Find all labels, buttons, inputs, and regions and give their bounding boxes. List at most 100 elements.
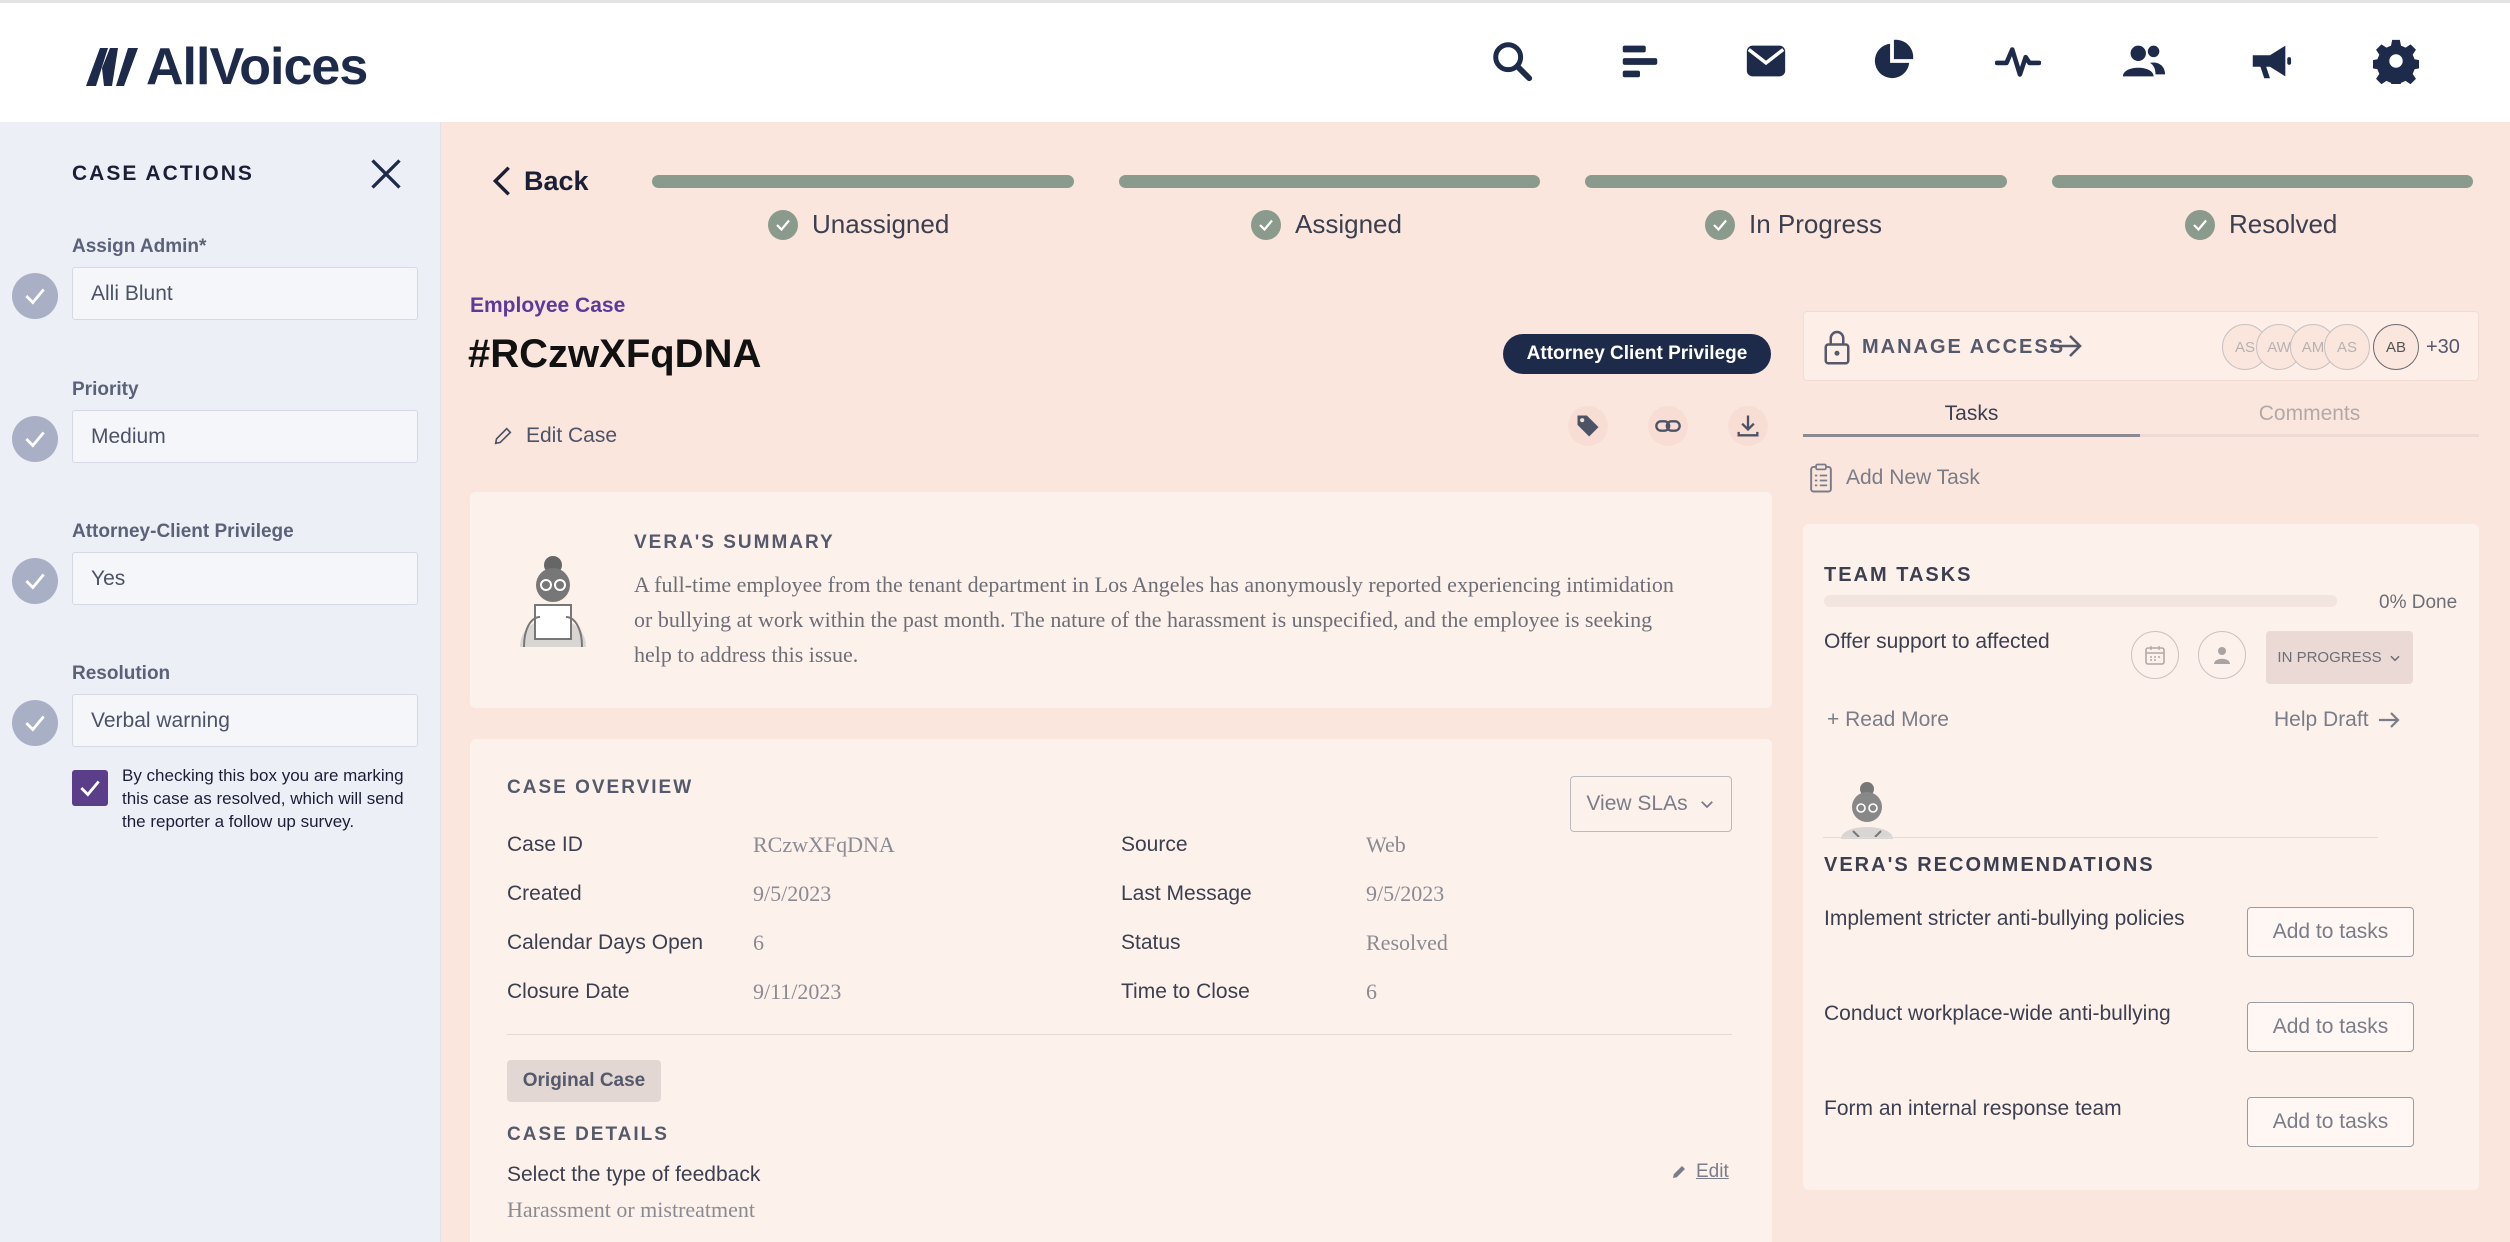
task-status-dropdown[interactable]: IN PROGRESS [2266, 631, 2413, 684]
privilege-select[interactable]: Yes [72, 552, 418, 605]
tasks-progress-bar [1824, 595, 2337, 607]
resolve-checkbox[interactable] [72, 770, 108, 806]
add-to-tasks-button[interactable]: Add to tasks [2247, 1002, 2414, 1052]
add-to-tasks-button[interactable]: Add to tasks [2247, 1097, 2414, 1147]
overview-value: Resolved [1366, 930, 1448, 955]
analytics-button[interactable] [1864, 33, 1920, 89]
vera-summary-card: VERA'S SUMMARY A full-time employee from… [470, 492, 1772, 708]
download-button[interactable] [1728, 406, 1768, 446]
mail-icon [1746, 45, 1786, 77]
overview-key: Case ID [507, 833, 583, 856]
resolution-label: Resolution [72, 663, 171, 684]
access-avatar: AS [2324, 324, 2370, 370]
step-label: Unassigned [812, 209, 950, 239]
add-new-task-button[interactable]: Add New Task [1808, 462, 1980, 494]
copy-link-button[interactable] [1648, 406, 1688, 446]
resolution-check [12, 700, 58, 746]
step-bar-in-progress [1585, 175, 2007, 188]
overview-key: Source [1121, 833, 1188, 856]
edit-case-button[interactable]: Edit Case [492, 424, 617, 448]
overview-value: Web [1366, 832, 1406, 857]
megaphone-icon [2252, 45, 2292, 79]
overview-key: Closure Date [507, 980, 630, 1003]
case-details-title: CASE DETAILS [507, 1124, 669, 1145]
help-draft-link[interactable]: Help Draft [2274, 708, 2401, 732]
lock-icon [1824, 330, 1850, 365]
tab-tasks[interactable]: Tasks [1803, 402, 2140, 426]
close-panel-button[interactable] [368, 156, 404, 192]
privilege-label: Attorney-Client Privilege [72, 521, 294, 542]
users-button[interactable] [2116, 33, 2172, 89]
add-to-tasks-button[interactable]: Add to tasks [2247, 907, 2414, 957]
settings-button[interactable] [2368, 33, 2424, 89]
access-more-count: +30 [2426, 336, 2460, 358]
overview-value: 9/5/2023 [753, 881, 832, 906]
step-bar-assigned [1119, 175, 1540, 188]
reports-button[interactable] [1612, 33, 1668, 89]
case-actions-title: CASE ACTIONS [72, 162, 254, 185]
original-case-tab[interactable]: Original Case [507, 1060, 661, 1102]
bar-list-icon [1622, 45, 1658, 78]
team-tasks-card: TEAM TASKS 0% Done Offer support to affe… [1803, 524, 2479, 1190]
overview-title: CASE OVERVIEW [507, 777, 694, 798]
checkmark-icon [80, 780, 100, 797]
arrow-right-icon [2050, 335, 2082, 357]
priority-select[interactable]: Medium [72, 410, 418, 463]
recommendation-item: Form an internal response team [1824, 1097, 2122, 1120]
search-button[interactable] [1484, 33, 1540, 89]
pulse-icon [1995, 47, 2041, 77]
access-avatar: AB [2373, 324, 2419, 370]
messages-button[interactable] [1738, 33, 1794, 89]
overview-value: 6 [1366, 979, 1377, 1004]
tasks-progress-label: 0% Done [2379, 592, 2458, 613]
task-due-date-button[interactable] [2131, 631, 2179, 679]
back-label: Back [524, 165, 589, 196]
manage-access-bar[interactable]: MANAGE ACCESS AS AW AM AS AB +30 [1803, 311, 2479, 381]
link-icon [1655, 420, 1681, 432]
announcements-button[interactable] [2242, 33, 2298, 89]
case-overview-card: CASE OVERVIEW View SLAs Case ID RCzwXFqD… [470, 739, 1772, 1242]
allvoices-logo[interactable]: AllVoices [86, 37, 368, 97]
view-slas-dropdown[interactable]: View SLAs [1570, 776, 1732, 832]
tab-tasks-underline [1803, 434, 2140, 437]
overview-key: Time to Close [1121, 980, 1250, 1003]
divider [507, 1034, 1732, 1035]
step-label: In Progress [1749, 209, 1882, 239]
recommendation-item: Implement stricter anti-bullying policie… [1824, 907, 2185, 930]
tab-comments[interactable]: Comments [2140, 402, 2479, 426]
case-type: Employee Case [470, 294, 626, 317]
tag-icon [1577, 415, 1599, 437]
brand-name: AllVoices [146, 38, 368, 96]
priority-label: Priority [72, 379, 139, 400]
chevron-left-icon [492, 166, 510, 196]
pencil-icon [1673, 1166, 1685, 1178]
arrow-right-icon [2378, 712, 2400, 728]
read-more-link[interactable]: + Read More [1827, 708, 1949, 732]
overview-value: 6 [753, 930, 764, 955]
assign-admin-label: Assign Admin* [72, 236, 207, 257]
step-check-icon [2185, 209, 2215, 240]
edit-details-link[interactable]: Edit [1670, 1161, 1729, 1183]
assign-admin-select[interactable]: Alli Blunt [72, 267, 418, 320]
clipboard-icon [1810, 463, 1832, 493]
team-tasks-title: TEAM TASKS [1824, 564, 1973, 586]
step-label: Assigned [1295, 209, 1402, 239]
tag-button[interactable] [1568, 406, 1608, 446]
task-assignee-button[interactable] [2198, 631, 2246, 679]
recommendation-item: Conduct workplace-wide anti-bullying [1824, 1002, 2171, 1025]
back-button[interactable]: Back [490, 165, 589, 197]
feedback-type-value: Harassment or mistreatment [507, 1197, 756, 1222]
step-assigned: Assigned [1251, 209, 1402, 240]
add-new-task-label: Add New Task [1846, 466, 1980, 489]
resolution-select[interactable]: Verbal warning [72, 694, 418, 747]
activity-button[interactable] [1990, 33, 2046, 89]
overview-key: Calendar Days Open [507, 931, 704, 954]
step-check-icon [1251, 209, 1281, 240]
overview-value: 9/5/2023 [1366, 881, 1445, 906]
step-check-icon [768, 209, 798, 240]
step-label: Resolved [2229, 209, 2338, 239]
vera-avatar-icon [1841, 782, 1893, 839]
manage-access-label: MANAGE ACCESS [1862, 336, 2066, 358]
view-slas-label: View SLAs [1586, 792, 1688, 815]
search-icon [1493, 42, 1533, 82]
